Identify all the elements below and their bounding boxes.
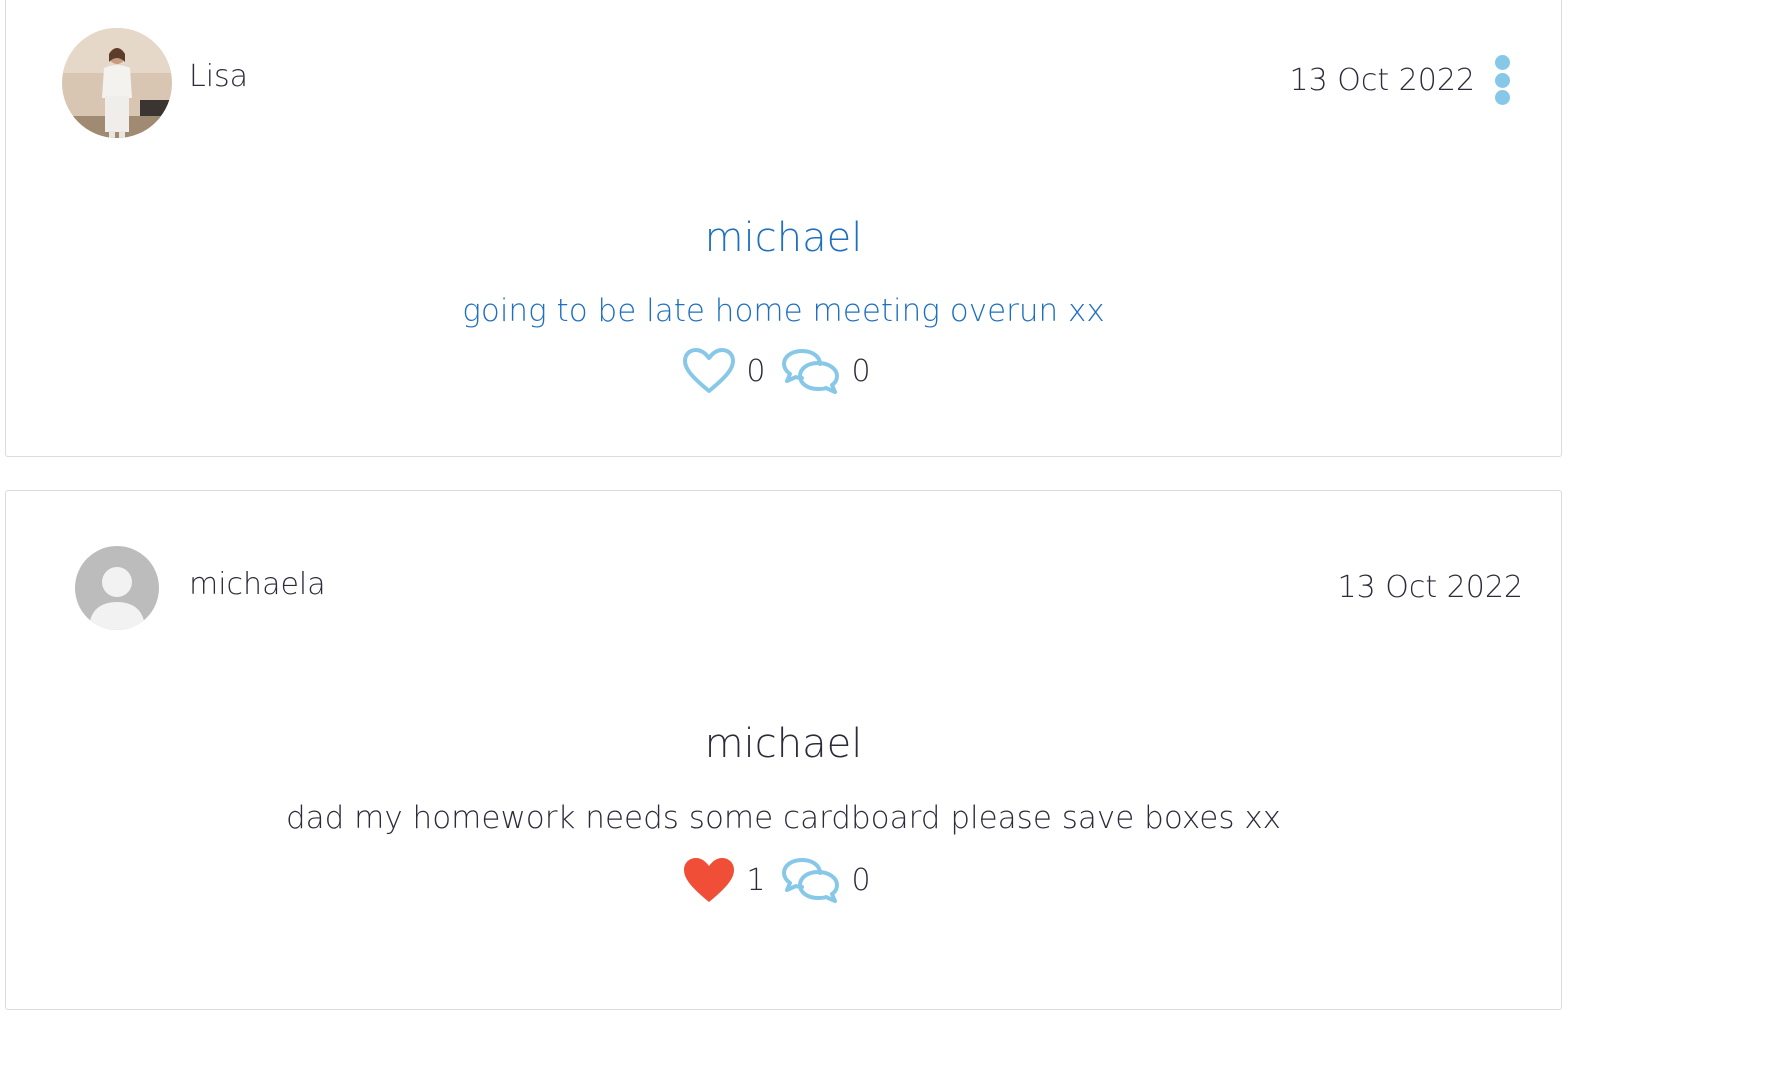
- post-body: dad my homework needs some cardboard ple…: [285, 800, 1282, 836]
- post-date: 13 Oct 2022: [1289, 63, 1475, 98]
- post-body: going to be late home meeting overun xx: [462, 293, 1105, 329]
- comment-button[interactable]: 0: [780, 856, 885, 904]
- comment-count: 0: [851, 862, 871, 898]
- like-button[interactable]: 1: [682, 856, 779, 904]
- speech-bubbles-icon: [781, 349, 839, 394]
- post-stats: 1 0: [6, 856, 1561, 904]
- user-photo-icon: [62, 28, 172, 138]
- avatar[interactable]: [75, 546, 159, 630]
- comment-count: 0: [851, 353, 871, 389]
- post-title: michael: [704, 721, 863, 767]
- author-name[interactable]: michaela: [189, 567, 326, 602]
- post-card: Lisa 13 Oct 2022 michael going to be lat…: [5, 0, 1562, 457]
- speech-bubbles-icon: [781, 858, 839, 903]
- dot: [1494, 72, 1510, 88]
- vertical-dots-icon: [1494, 55, 1510, 70]
- like-button[interactable]: 0: [682, 347, 779, 395]
- post-date: 13 Oct 2022: [1337, 570, 1523, 605]
- post-stats: 0 0: [6, 347, 1561, 395]
- post-card: michaela 13 Oct 2022 michael dad my home…: [5, 490, 1562, 1010]
- author-name[interactable]: Lisa: [189, 59, 248, 94]
- post-title: michael: [704, 215, 863, 261]
- comment-button[interactable]: 0: [780, 347, 885, 395]
- heart-filled-icon: [684, 858, 735, 902]
- dot: [1494, 90, 1510, 105]
- more-options-button[interactable]: [1492, 55, 1512, 109]
- avatar[interactable]: [62, 28, 172, 138]
- user-silhouette-icon: [75, 546, 159, 630]
- like-count: 0: [746, 353, 766, 389]
- like-count: 1: [746, 862, 766, 898]
- heart-outline-icon: [683, 348, 736, 393]
